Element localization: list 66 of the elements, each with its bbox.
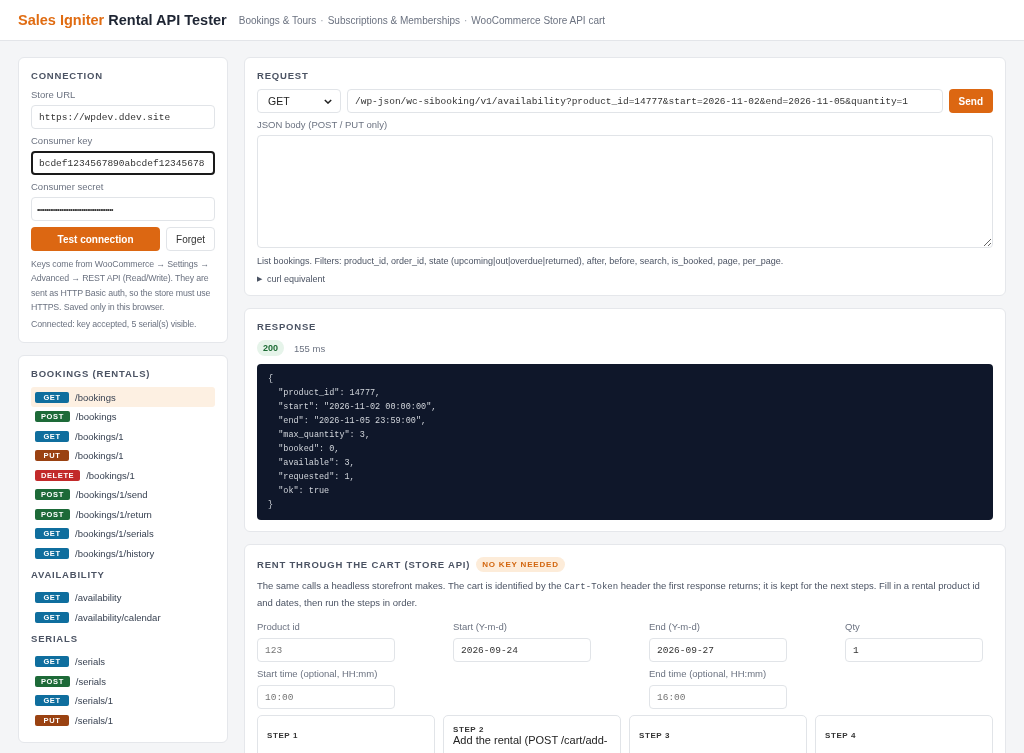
- send-button[interactable]: Send: [948, 89, 993, 113]
- endpoint-path: /bookings/1: [86, 469, 135, 481]
- field-label: Qty: [845, 621, 861, 632]
- chevron-down-icon: [324, 98, 332, 104]
- endpoint-path: /availability: [75, 592, 122, 604]
- group-heading: SERIALS: [31, 633, 79, 644]
- endpoint-path: /serials: [75, 675, 106, 687]
- group-heading: BOOKINGS (RENTALS): [31, 368, 152, 380]
- step-label: STEP 1: [267, 731, 300, 740]
- field-label: Consumer secret: [31, 181, 105, 192]
- input-field[interactable]: https://wpdev.ddev.site: [31, 105, 215, 129]
- endpoint-path: /bookings/1/history: [75, 547, 155, 559]
- endpoint-path: /bookings: [75, 391, 116, 403]
- status-badge: 200: [257, 340, 285, 356]
- field-label: Consumer key: [31, 135, 94, 146]
- response-body: { "product_id": 14777, "start": "2026-11-02 00:00:00", "end": "2026-11-05 23:59:00", "max_quantity": 3, "booked": 0, "available": 3, "requested": 1, "ok": true }: [257, 364, 993, 520]
- connection-status: Connected: key accepted, 5 serial(s) visible.: [31, 318, 198, 332]
- json-body-field[interactable]: [257, 135, 993, 248]
- endpoint-path: /availability/calendar: [75, 611, 161, 623]
- endpoint-path: /bookings/1/send: [75, 489, 148, 501]
- forget-button[interactable]: Forget: [166, 227, 215, 251]
- step-label: STEP 3: [639, 731, 672, 740]
- separator-dot: ·: [464, 14, 468, 26]
- endpoint-path: /bookings/1: [75, 430, 124, 442]
- field-label: Start time (optional, HH:mm): [257, 668, 379, 679]
- endpoint-path: /serials/1: [75, 695, 113, 707]
- input-field[interactable]: 10:00: [257, 685, 395, 709]
- endpoint-path: /serials: [75, 656, 106, 668]
- test-connection-button[interactable]: Test connection: [31, 227, 161, 251]
- section-heading: REQUEST: [257, 70, 310, 81]
- step-title: Add the rental (POST /cart/add-: [453, 734, 609, 746]
- field-label: End time (optional, HH:mm): [649, 668, 768, 679]
- nav-link[interactable]: Bookings & Tours: [238, 14, 317, 26]
- url-field[interactable]: /wp-json/wc-sibooking/v1/availability?product_id=14777&start=2026-11-02&end=2026-11-05&quantity=1: [347, 89, 943, 113]
- response-time: 155 ms: [294, 342, 326, 354]
- help-text: Keys come from WooCommerce → Settings → Advanced → REST API (Read/Write). They are sent as HTTP Basic auth, so the store must use HTTPS. Saved only in this browser.: [31, 258, 212, 314]
- input-field[interactable]: 16:00: [649, 685, 787, 709]
- step-label: STEP 4: [825, 731, 858, 740]
- cart-description: The same calls a headless storefront makes. The cart is identified by the Cart-Token header the first response returns; it is kept for the next steps. Fill in a rental product id and dates, then run the steps in order.: [257, 579, 981, 610]
- endpoint-path: /bookings/1: [75, 450, 124, 462]
- field-label: End (Y-m-d): [649, 621, 701, 632]
- endpoint-hint: List bookings. Filters: product_id, order_id, state (upcoming|out|overdue|returned), after, before, search, is_booked, page, per_page.: [257, 256, 785, 266]
- input-field[interactable]: bcdef1234567890abcdef12345678: [31, 151, 215, 175]
- endpoint-path: /bookings/1/serials: [75, 528, 154, 540]
- step-label: STEP 2: [453, 725, 486, 734]
- field-label: Store URL: [31, 89, 77, 100]
- endpoint-path: /serials/1: [75, 714, 113, 726]
- input-field[interactable]: 123: [257, 638, 395, 662]
- app-title: Sales Igniter Rental API Tester: [18, 12, 227, 28]
- endpoint-path: /bookings/1/return: [75, 508, 152, 520]
- input-field[interactable]: 2026-09-24: [453, 638, 591, 662]
- section-heading: CONNECTION: [31, 70, 104, 81]
- nav-link[interactable]: WooCommerce Store API cart: [471, 14, 606, 26]
- field-label: Start (Y-m-d): [453, 621, 509, 632]
- no-key-badge: NO KEY NEEDED: [476, 557, 565, 572]
- nav-link[interactable]: Subscriptions & Memberships: [327, 14, 460, 26]
- endpoint-path: /bookings: [75, 411, 117, 423]
- section-heading: RENT THROUGH THE CART (STORE API): [257, 559, 471, 570]
- field-label: JSON body (POST / PUT only): [257, 119, 389, 130]
- group-heading: AVAILABILITY: [31, 569, 106, 580]
- separator-dot: ·: [320, 14, 324, 26]
- method-select[interactable]: GET: [257, 89, 341, 113]
- section-heading: RESPONSE: [257, 321, 318, 332]
- input-field[interactable]: 1: [845, 638, 983, 662]
- input-field[interactable]: 2026-09-27: [649, 638, 787, 662]
- field-label: Product id: [257, 621, 301, 632]
